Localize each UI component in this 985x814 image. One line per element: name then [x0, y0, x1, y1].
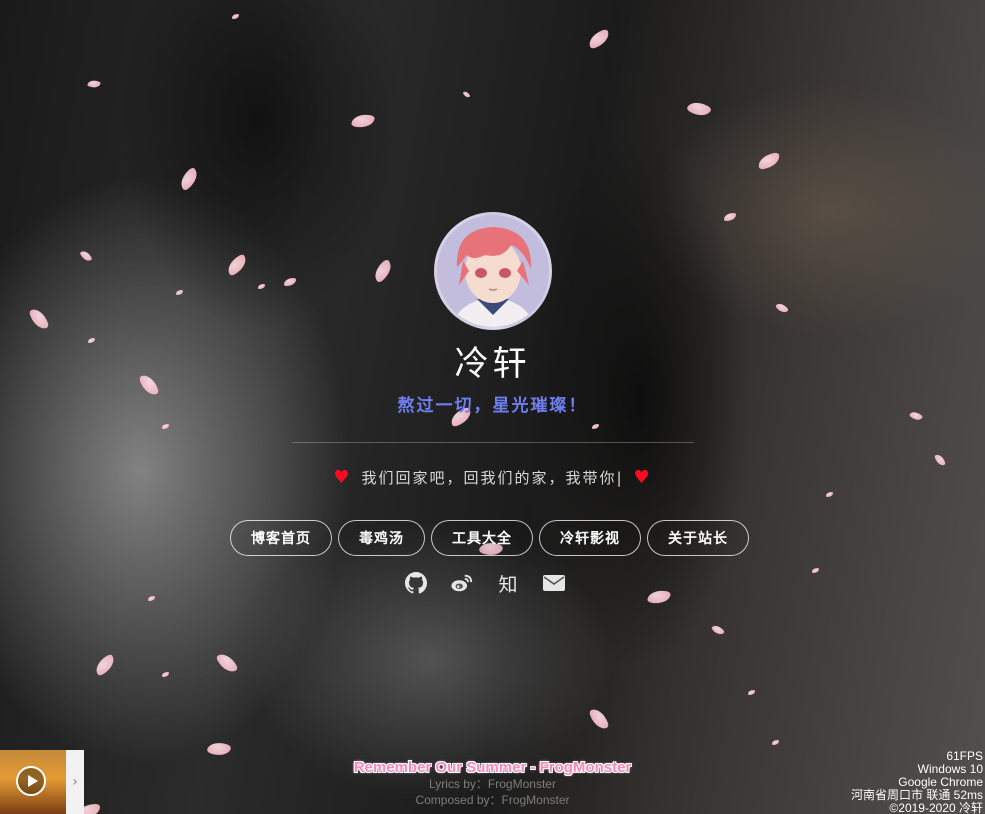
github-icon[interactable]	[404, 571, 428, 595]
nav-button-about[interactable]: 关于站长	[647, 520, 749, 556]
composed-by: Composed by：FrogMonster	[415, 793, 570, 807]
album-cover	[0, 750, 66, 814]
typing-line: ♥ 我们回家吧，回我们的家，我带你| ♥	[0, 467, 985, 488]
mail-icon[interactable]	[542, 571, 566, 595]
site-name: 冷轩	[454, 344, 531, 384]
status-info: 61FPS Windows 10 Google Chrome 河南省周口市 联通…	[851, 750, 983, 814]
heart-icon: ♥	[633, 467, 652, 488]
song-title: Remember Our Summer - FrogMonster	[353, 759, 632, 776]
profile-section: 冷轩 熬过一切，星光璀璨！ ♥ 我们回家吧，回我们的家，我带你| ♥	[0, 212, 985, 488]
divider	[291, 442, 694, 443]
nav-bar: 博客首页 毒鸡汤 工具大全 冷轩影视 关于站长	[230, 520, 749, 556]
nav-button-videos[interactable]: 冷轩影视	[539, 520, 641, 556]
social-links: 知	[404, 571, 566, 596]
heart-icon: ♥	[333, 467, 352, 488]
weibo-icon[interactable]	[450, 571, 474, 595]
lyrics-panel: Remember Our Summer - FrogMonster Lyrics…	[0, 759, 985, 808]
nav-button-tools[interactable]: 工具大全	[431, 520, 533, 556]
nav-button-blog-home[interactable]: 博客首页	[230, 520, 332, 556]
copyright: ©2019-2020 冷轩	[889, 801, 983, 814]
zhihu-icon[interactable]: 知	[496, 571, 520, 596]
motto: 熬过一切，星光璀璨！	[397, 396, 588, 416]
avatar[interactable]	[433, 212, 552, 330]
chevron-right-icon[interactable]: ›	[66, 750, 84, 814]
avatar-illustration	[436, 215, 549, 327]
typing-text: 我们回家吧，回我们的家，我带你|	[361, 469, 624, 487]
nav-button-poison-soup[interactable]: 毒鸡汤	[338, 520, 425, 556]
play-icon	[27, 775, 38, 787]
play-button[interactable]	[16, 766, 46, 796]
lyrics-by: Lyrics by：FrogMonster	[429, 777, 556, 791]
music-player: ›	[0, 750, 84, 814]
